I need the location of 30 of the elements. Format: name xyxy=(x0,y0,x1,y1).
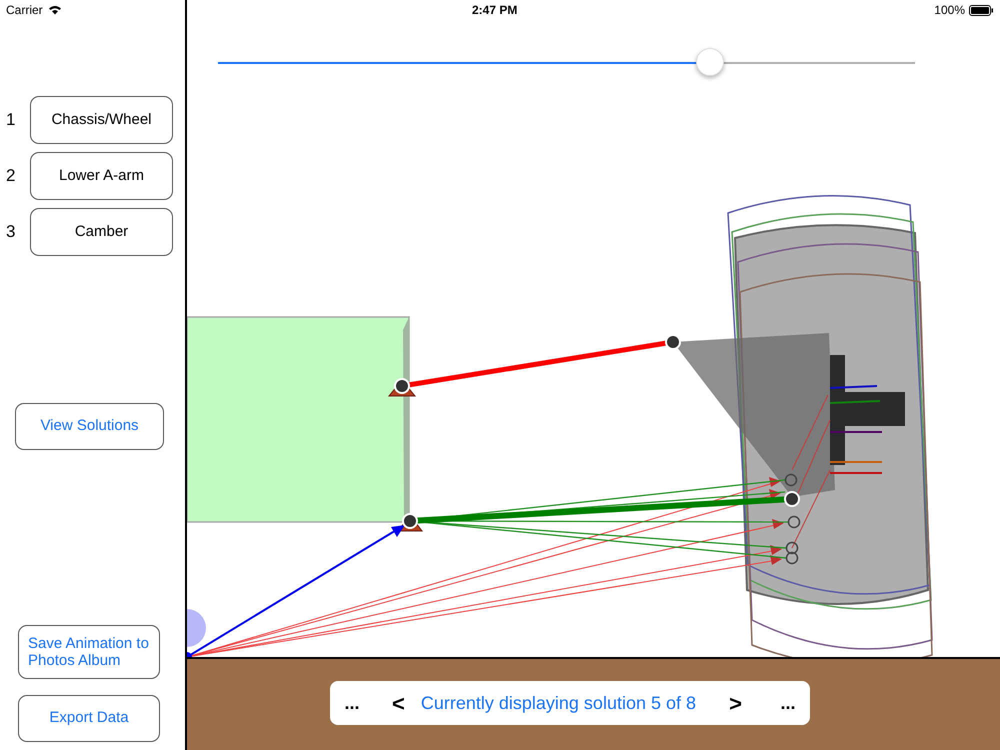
more-button[interactable]: ... xyxy=(778,690,798,716)
joint-marker xyxy=(394,378,410,394)
save-animation-button[interactable]: Save Animation to Photos Album xyxy=(18,625,160,679)
step-button[interactable]: Camber xyxy=(30,208,173,256)
carrier-label: Carrier xyxy=(6,2,43,19)
joint-ring xyxy=(786,552,798,564)
clock-label: 2:47 PM xyxy=(472,2,518,19)
view-solutions-button[interactable]: View Solutions xyxy=(15,403,164,450)
more-button[interactable]: ... xyxy=(342,690,362,716)
solution-status-text: Currently displaying solution 5 of 8 xyxy=(420,692,696,715)
step-button[interactable]: Chassis/Wheel xyxy=(30,96,173,144)
previous-button[interactable]: < xyxy=(392,686,405,720)
export-data-button[interactable]: Export Data xyxy=(18,695,160,742)
next-button[interactable]: > xyxy=(729,686,742,720)
battery-label: 100% xyxy=(934,2,965,19)
joint-marker xyxy=(665,334,681,350)
slider-thumb[interactable] xyxy=(696,48,724,76)
origin-point xyxy=(187,652,192,657)
joint-marker xyxy=(402,513,418,529)
step-button[interactable]: Lower A-arm xyxy=(30,152,173,200)
joint-ring xyxy=(786,542,798,554)
joint-marker xyxy=(784,491,800,507)
step-number: 3 xyxy=(5,221,16,244)
joint-ring xyxy=(784,474,798,486)
touch-indicator xyxy=(187,609,206,647)
joint-ring xyxy=(788,516,800,528)
battery-icon xyxy=(969,4,994,16)
step-number: 1 xyxy=(5,109,16,132)
step-number: 2 xyxy=(5,165,16,188)
wifi-icon xyxy=(48,5,62,15)
